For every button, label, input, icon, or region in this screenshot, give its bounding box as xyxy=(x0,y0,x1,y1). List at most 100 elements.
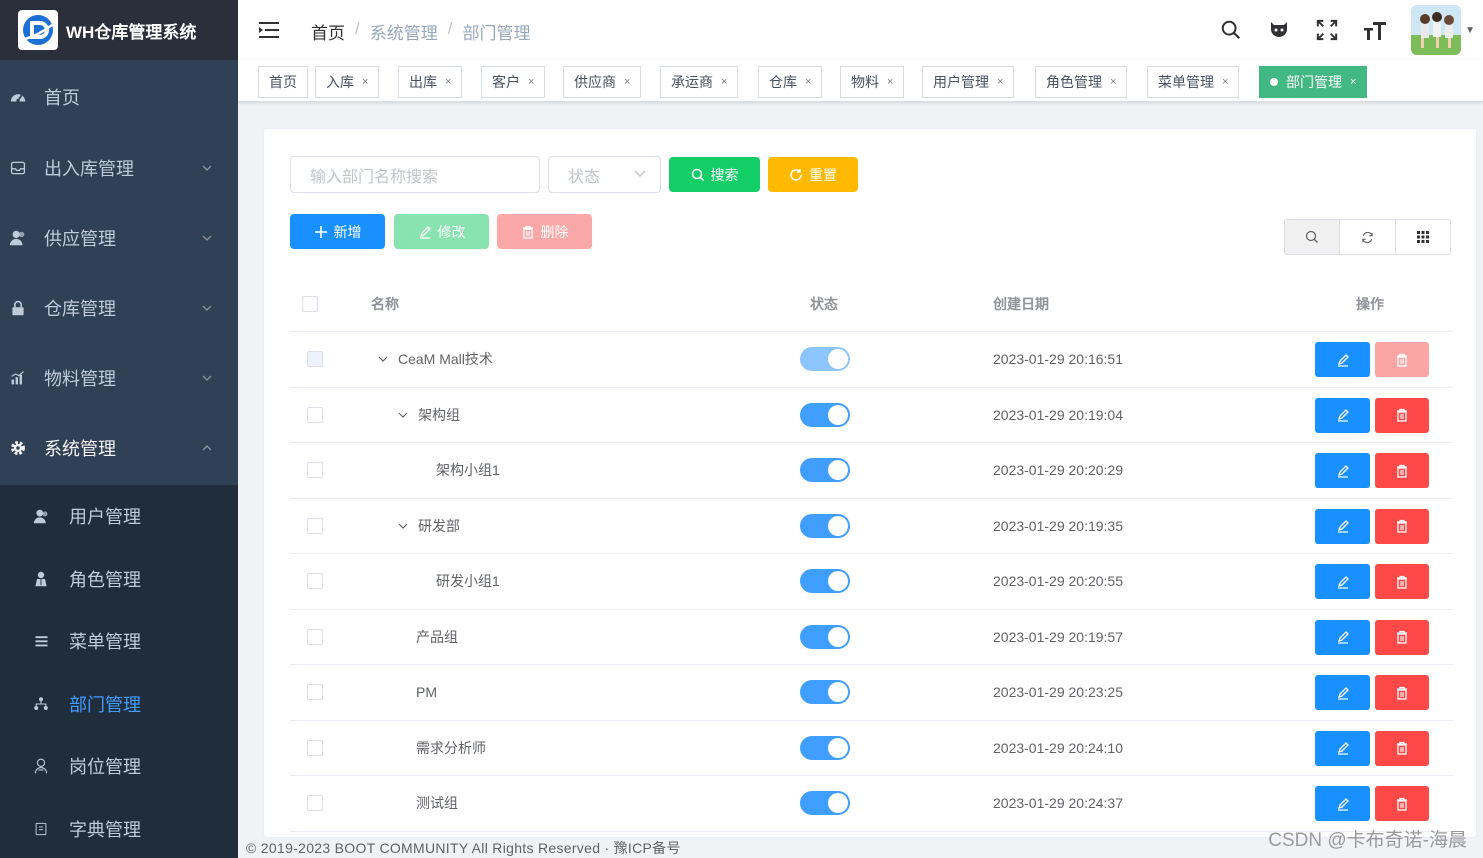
close-icon[interactable]: × xyxy=(721,76,727,88)
row-checkbox[interactable] xyxy=(307,684,323,701)
row-checkbox[interactable] xyxy=(307,406,323,423)
row-checkbox[interactable] xyxy=(307,462,323,479)
row-edit-button[interactable] xyxy=(1315,397,1370,433)
row-edit-button[interactable] xyxy=(1315,453,1370,489)
sidebar-item-posts[interactable]: 岗位管理 xyxy=(0,735,238,798)
row-delete-button[interactable] xyxy=(1375,564,1429,600)
row-checkbox[interactable] xyxy=(307,351,323,368)
sidebar-item-home[interactable]: 首页 xyxy=(0,60,238,133)
status-switch[interactable] xyxy=(800,791,850,816)
tag-warehouse[interactable]: 仓库 × xyxy=(758,66,823,98)
breadcrumb-home[interactable]: 首页 xyxy=(311,19,345,44)
row-delete-button[interactable] xyxy=(1375,508,1429,544)
sidebar-item-inout[interactable]: 出入库管理 xyxy=(0,133,238,203)
row-checkbox[interactable] xyxy=(307,795,323,812)
close-icon[interactable]: × xyxy=(362,76,368,88)
status-switch[interactable] xyxy=(800,735,850,760)
row-edit-button[interactable] xyxy=(1315,675,1370,711)
edit-button[interactable]: 修改 xyxy=(394,214,489,249)
tag-customer[interactable]: 客户 × xyxy=(481,66,546,98)
status-switch[interactable] xyxy=(800,569,850,594)
row-edit-button[interactable] xyxy=(1315,508,1370,544)
tag-label: 角色管理 xyxy=(1046,74,1102,90)
chevron-down-icon[interactable] xyxy=(396,519,410,533)
close-icon[interactable]: × xyxy=(1350,76,1356,88)
search-icon[interactable] xyxy=(1219,18,1243,42)
row-delete-button[interactable] xyxy=(1375,453,1429,489)
sidebar-item-supply[interactable]: 供应管理 xyxy=(0,203,238,273)
status-switch[interactable] xyxy=(800,458,850,483)
close-icon[interactable]: × xyxy=(624,76,630,88)
caret-down-icon[interactable]: ▼ xyxy=(1465,25,1475,36)
row-edit-button[interactable] xyxy=(1315,342,1370,378)
tag-label: 物料 xyxy=(851,74,879,90)
chevron-down-icon[interactable] xyxy=(376,352,390,366)
close-icon[interactable]: × xyxy=(997,76,1003,88)
row-delete-button[interactable] xyxy=(1375,730,1429,766)
role-icon xyxy=(32,570,50,588)
app-logo[interactable]: WH仓库管理系统 xyxy=(0,0,238,60)
status-switch[interactable] xyxy=(800,347,850,372)
tag-depts[interactable]: 部门管理 × xyxy=(1259,66,1368,98)
close-icon[interactable]: × xyxy=(887,76,893,88)
fullscreen-icon[interactable] xyxy=(1315,18,1339,42)
tag-menus[interactable]: 菜单管理 × xyxy=(1147,66,1240,98)
hamburger-icon[interactable] xyxy=(258,19,280,41)
row-delete-button[interactable] xyxy=(1375,619,1429,655)
row-delete-button[interactable] xyxy=(1375,786,1429,822)
tag-home[interactable]: 首页 xyxy=(258,66,308,98)
sidebar-item-material[interactable]: 物料管理 xyxy=(0,343,238,413)
row-edit-button[interactable] xyxy=(1315,619,1370,655)
avatar[interactable] xyxy=(1411,5,1462,55)
row-edit-button[interactable] xyxy=(1315,730,1370,766)
sidebar-item-roles[interactable]: 角色管理 xyxy=(0,548,238,611)
search-button[interactable]: 搜索 xyxy=(669,157,760,192)
sidebar-item-users[interactable]: 用户管理 xyxy=(0,485,238,548)
row-checkbox[interactable] xyxy=(307,573,323,590)
close-icon[interactable]: × xyxy=(805,76,811,88)
status-switch[interactable] xyxy=(800,402,850,427)
sidebar-item-warehouse[interactable]: 仓库管理 xyxy=(0,273,238,343)
tag-roles[interactable]: 角色管理 × xyxy=(1035,66,1128,98)
columns-button[interactable] xyxy=(1396,220,1450,254)
status-switch[interactable] xyxy=(800,680,850,705)
tag-material[interactable]: 物料 × xyxy=(840,66,905,98)
select-all-checkbox[interactable] xyxy=(302,296,318,312)
row-edit-button[interactable] xyxy=(1315,564,1370,600)
sidebar-item-system[interactable]: 系统管理 xyxy=(0,413,238,483)
close-icon[interactable]: × xyxy=(1222,76,1228,88)
row-delete-button[interactable] xyxy=(1375,675,1429,711)
status-switch[interactable] xyxy=(800,513,850,538)
close-icon[interactable]: × xyxy=(445,76,451,88)
delete-button[interactable]: 删除 xyxy=(497,214,592,249)
reset-button[interactable]: 重置 xyxy=(768,157,858,192)
row-checkbox[interactable] xyxy=(307,517,323,534)
font-size-icon[interactable] xyxy=(1363,18,1387,42)
row-checkbox[interactable] xyxy=(307,628,323,645)
tag-inbound[interactable]: 入库 × xyxy=(315,66,380,98)
tag-users[interactable]: 用户管理 × xyxy=(922,66,1015,98)
row-delete-button[interactable] xyxy=(1375,342,1429,378)
dept-name-search-input[interactable]: 输入部门名称搜索 xyxy=(290,156,540,193)
row-delete-button[interactable] xyxy=(1375,397,1429,433)
status-switch[interactable] xyxy=(800,624,850,649)
github-icon[interactable] xyxy=(1267,18,1291,42)
tag-supplier[interactable]: 供应商 × xyxy=(563,66,642,98)
add-button[interactable]: 新增 xyxy=(290,214,385,249)
row-edit-button[interactable] xyxy=(1315,786,1370,822)
close-icon[interactable]: × xyxy=(528,76,534,88)
row-checkbox[interactable] xyxy=(307,739,323,756)
status-select[interactable]: 状态 xyxy=(548,156,661,193)
row-actions xyxy=(1315,619,1429,655)
sidebar-item-depts[interactable]: 部门管理 xyxy=(0,673,238,736)
toggle-search-button[interactable] xyxy=(1285,220,1341,254)
sidebar-item-dicts[interactable]: 字典管理 xyxy=(0,798,238,858)
tag-outbound[interactable]: 出库 × xyxy=(398,66,463,98)
chevron-down-icon[interactable] xyxy=(396,408,410,422)
refresh-button[interactable] xyxy=(1340,220,1396,254)
row-created: 2023-01-29 20:19:57 xyxy=(993,628,1123,645)
tag-label: 入库 xyxy=(326,74,354,90)
sidebar-item-menus[interactable]: 菜单管理 xyxy=(0,610,238,673)
close-icon[interactable]: × xyxy=(1110,76,1116,88)
tag-carrier[interactable]: 承运商 × xyxy=(660,66,739,98)
